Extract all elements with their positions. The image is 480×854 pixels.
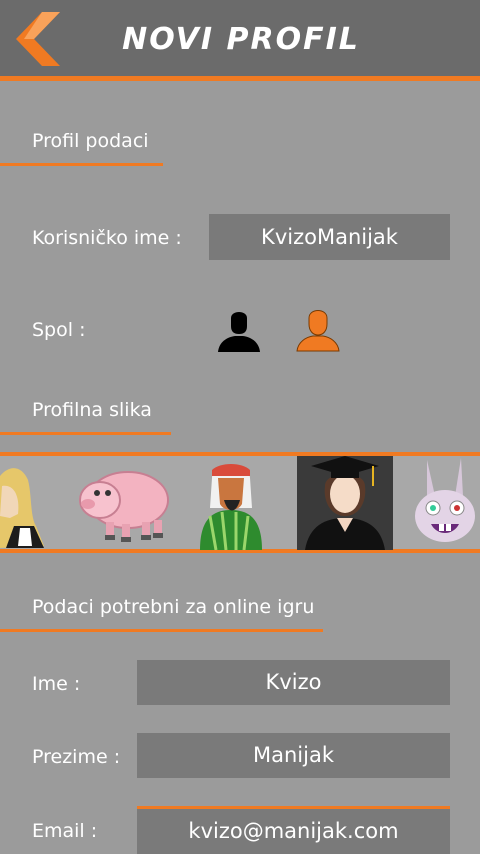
section-underline-profile bbox=[0, 163, 163, 166]
female-user-icon[interactable] bbox=[215, 304, 263, 352]
avatar-graduate[interactable] bbox=[297, 456, 393, 550]
female-option[interactable] bbox=[215, 304, 263, 352]
first-name-field[interactable]: Kvizo bbox=[137, 660, 450, 705]
gender-label: Spol : bbox=[32, 319, 86, 341]
avatar-crazy-rabbit[interactable] bbox=[405, 456, 480, 550]
avatar-blonde-person[interactable] bbox=[0, 456, 60, 550]
avatar-arab-man[interactable] bbox=[190, 456, 272, 551]
male-option[interactable] bbox=[294, 304, 342, 352]
first-name-label: Ime : bbox=[32, 673, 81, 695]
last-name-label: Prezime : bbox=[32, 746, 121, 768]
email-field[interactable]: kvizo@manijak.com bbox=[137, 806, 450, 854]
section-title-profile: Profil podaci bbox=[32, 130, 149, 152]
email-label: Email : bbox=[32, 820, 98, 842]
username-label: Korisničko ime : bbox=[32, 227, 182, 249]
section-title-online: Podaci potrebni za online igru bbox=[32, 596, 315, 618]
last-name-field[interactable]: Manijak bbox=[137, 733, 450, 778]
avatar-carousel[interactable] bbox=[0, 452, 480, 553]
section-underline-online bbox=[0, 629, 323, 632]
page-title: NOVI PROFIL bbox=[122, 22, 360, 57]
section-title-picture: Profilna slika bbox=[32, 399, 152, 421]
header-divider bbox=[0, 76, 480, 81]
male-user-icon[interactable] bbox=[294, 304, 342, 352]
section-underline-picture bbox=[0, 432, 171, 435]
avatar-pig[interactable] bbox=[70, 456, 176, 550]
username-field[interactable]: KvizoManijak bbox=[209, 214, 450, 260]
